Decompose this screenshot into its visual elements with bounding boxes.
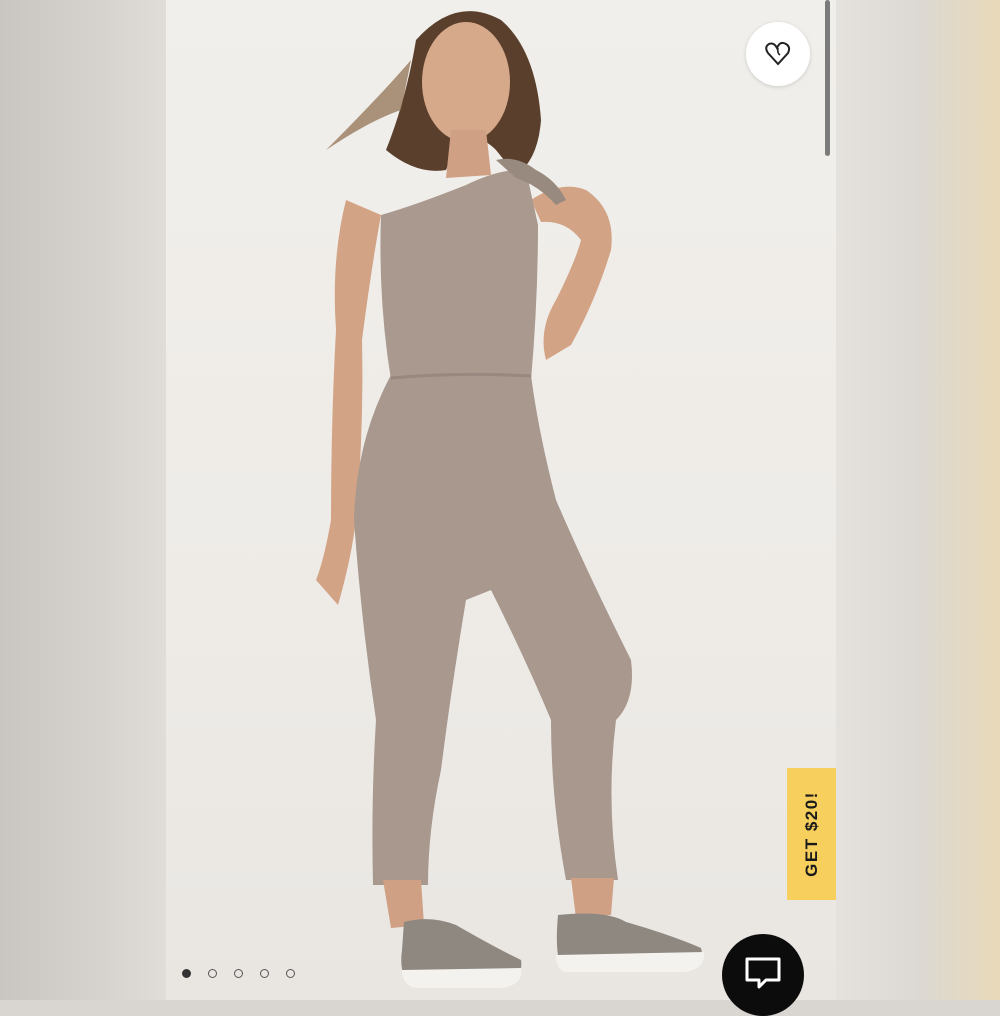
promo-label: GET $20! <box>801 791 821 877</box>
promo-tab-button[interactable]: GET $20! <box>787 768 836 900</box>
model-right-arm <box>531 186 612 360</box>
blurred-background-left <box>0 0 166 1000</box>
blurred-background-right <box>836 0 1000 1000</box>
carousel-dot[interactable] <box>182 969 191 978</box>
carousel-dot[interactable] <box>208 969 217 978</box>
favorite-button[interactable] <box>746 22 810 86</box>
carousel-dot[interactable] <box>234 969 243 978</box>
carousel-dot[interactable] <box>260 969 269 978</box>
heart-icon <box>765 41 791 66</box>
product-photo <box>316 11 705 988</box>
carousel-indicator <box>182 969 295 978</box>
chat-button[interactable] <box>722 934 804 1016</box>
jumpsuit-trousers <box>354 375 632 885</box>
jumpsuit-bodice <box>380 169 538 380</box>
model-face <box>422 22 510 142</box>
carousel-dot[interactable] <box>286 969 295 978</box>
chat-bubble-icon <box>745 957 781 989</box>
scrollbar-thumb[interactable] <box>825 0 830 156</box>
product-image-viewer[interactable] <box>166 0 836 1000</box>
